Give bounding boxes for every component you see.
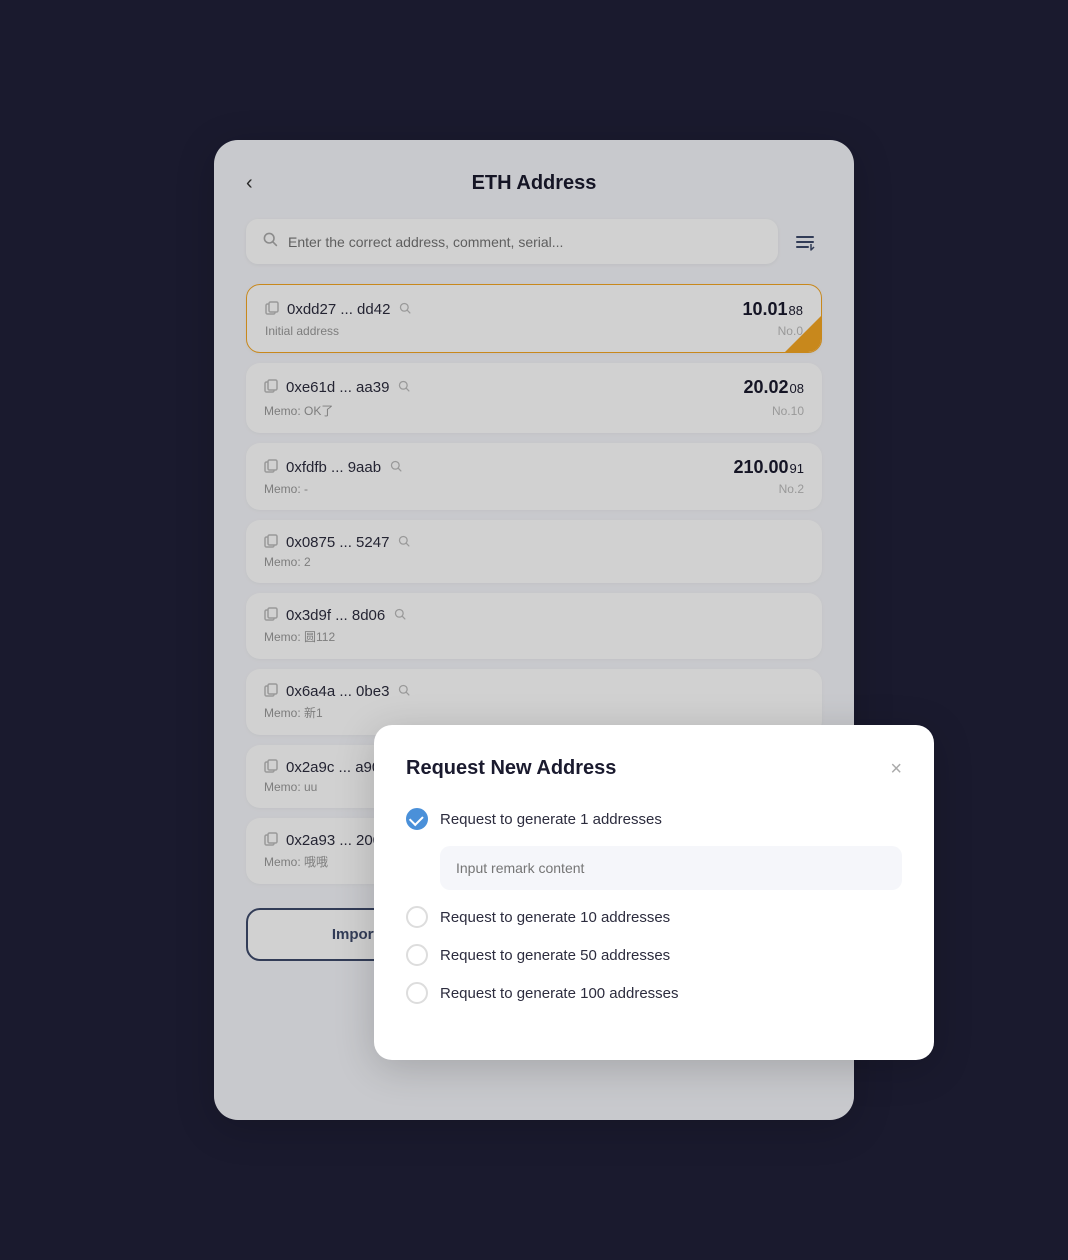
modal-option-row: Request to generate 10 addresses [406,906,902,928]
radio-checked[interactable] [406,808,428,830]
modal-option[interactable]: Request to generate 1 addresses [406,808,902,906]
modal-option-row: Request to generate 1 addresses [406,808,902,830]
remark-input[interactable] [440,846,902,890]
modal-title: Request New Address [406,757,616,780]
radio-unchecked[interactable] [406,982,428,1004]
modal-option-row: Request to generate 50 addresses [406,944,902,966]
option-label: Request to generate 10 addresses [440,909,670,926]
modal-option[interactable]: Request to generate 50 addresses [406,944,902,966]
modal-close-button[interactable]: × [890,759,902,779]
modal-header: Request New Address × [406,757,902,780]
option-label: Request to generate 50 addresses [440,947,670,964]
modal-option[interactable]: Request to generate 10 addresses [406,906,902,928]
modal-option-row: Request to generate 100 addresses [406,982,902,1004]
main-card: ‹ ETH Address [214,140,854,1120]
radio-unchecked[interactable] [406,944,428,966]
request-new-address-modal: Request New Address × Request to generat… [374,725,934,1060]
option-label: Request to generate 1 addresses [440,811,662,828]
modal-option[interactable]: Request to generate 100 addresses [406,982,902,1004]
modal-options: Request to generate 1 addresses Request … [406,808,902,1004]
option-label: Request to generate 100 addresses [440,985,679,1002]
radio-unchecked[interactable] [406,906,428,928]
